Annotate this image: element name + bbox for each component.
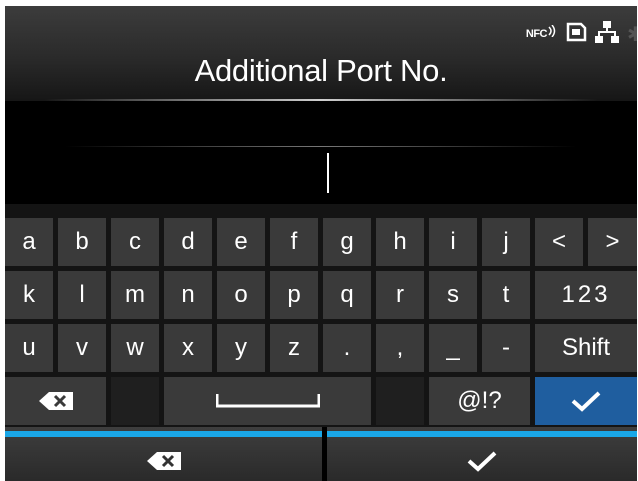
input-area [5,101,637,204]
key-w[interactable]: w [111,324,159,372]
checkmark-icon [571,391,601,412]
key-g[interactable]: g [323,218,371,266]
key-r[interactable]: r [376,271,424,319]
key-d[interactable]: d [164,218,212,266]
port-number-input[interactable] [65,149,577,193]
keyboard: a b c d e f g h i j < > k l m n o p q r … [5,204,637,427]
key-y[interactable]: y [217,324,265,372]
status-bar: NFC ✱ [526,20,637,48]
numeric-mode-key[interactable]: 123 [535,271,637,319]
symbols-key[interactable]: @!? [429,377,530,425]
header: NFC ✱ Additional Port No. [5,6,637,101]
input-divider [65,146,577,147]
bottom-bar [5,427,637,481]
blank-key[interactable] [111,377,159,425]
key-c[interactable]: c [111,218,159,266]
key-v[interactable]: v [58,324,106,372]
key-underscore[interactable]: _ [429,324,477,372]
key-b[interactable]: b [58,218,106,266]
confirm-button[interactable] [327,427,637,481]
blank-key[interactable] [376,377,424,425]
key-a[interactable]: a [5,218,53,266]
text-cursor [327,153,329,193]
bluetooth-icon: ✱ [627,23,637,46]
key-p[interactable]: p [270,271,318,319]
cursor-left-key[interactable]: < [535,218,583,266]
enter-key[interactable] [535,377,637,425]
key-u[interactable]: u [5,324,53,372]
key-period[interactable]: . [323,324,371,372]
nfc-icon: NFC [525,25,557,40]
sd-card-icon [565,22,587,47]
shift-key[interactable]: Shift [535,324,637,372]
key-l[interactable]: l [58,271,106,319]
key-comma[interactable]: , [376,324,424,372]
key-s[interactable]: s [429,271,477,319]
key-x[interactable]: x [164,324,212,372]
key-k[interactable]: k [5,271,53,319]
key-q[interactable]: q [323,271,371,319]
key-h[interactable]: h [376,218,424,266]
key-z[interactable]: z [270,324,318,372]
backspace-icon [38,392,73,410]
cursor-right-key[interactable]: > [588,218,637,266]
space-key[interactable] [164,377,371,425]
key-f[interactable]: f [270,218,318,266]
nfc-label: NFC [525,28,548,40]
key-o[interactable]: o [217,271,265,319]
key-i[interactable]: i [429,218,477,266]
page-title: Additional Port No. [194,53,448,88]
confirm-button-highlight [327,431,637,437]
key-e[interactable]: e [217,218,265,266]
cancel-button-highlight [5,431,322,437]
key-j[interactable]: j [482,218,530,266]
backspace-key[interactable] [5,377,106,425]
space-icon [215,394,320,408]
backspace-icon [146,452,181,470]
key-m[interactable]: m [111,271,159,319]
key-n[interactable]: n [164,271,212,319]
cancel-button[interactable] [5,427,322,481]
screen: NFC ✱ Additional Port No. a b c d e f g … [5,6,637,481]
network-icon [595,20,619,48]
key-hyphen[interactable]: - [482,324,530,372]
checkmark-icon [467,451,497,472]
key-t[interactable]: t [482,271,530,319]
